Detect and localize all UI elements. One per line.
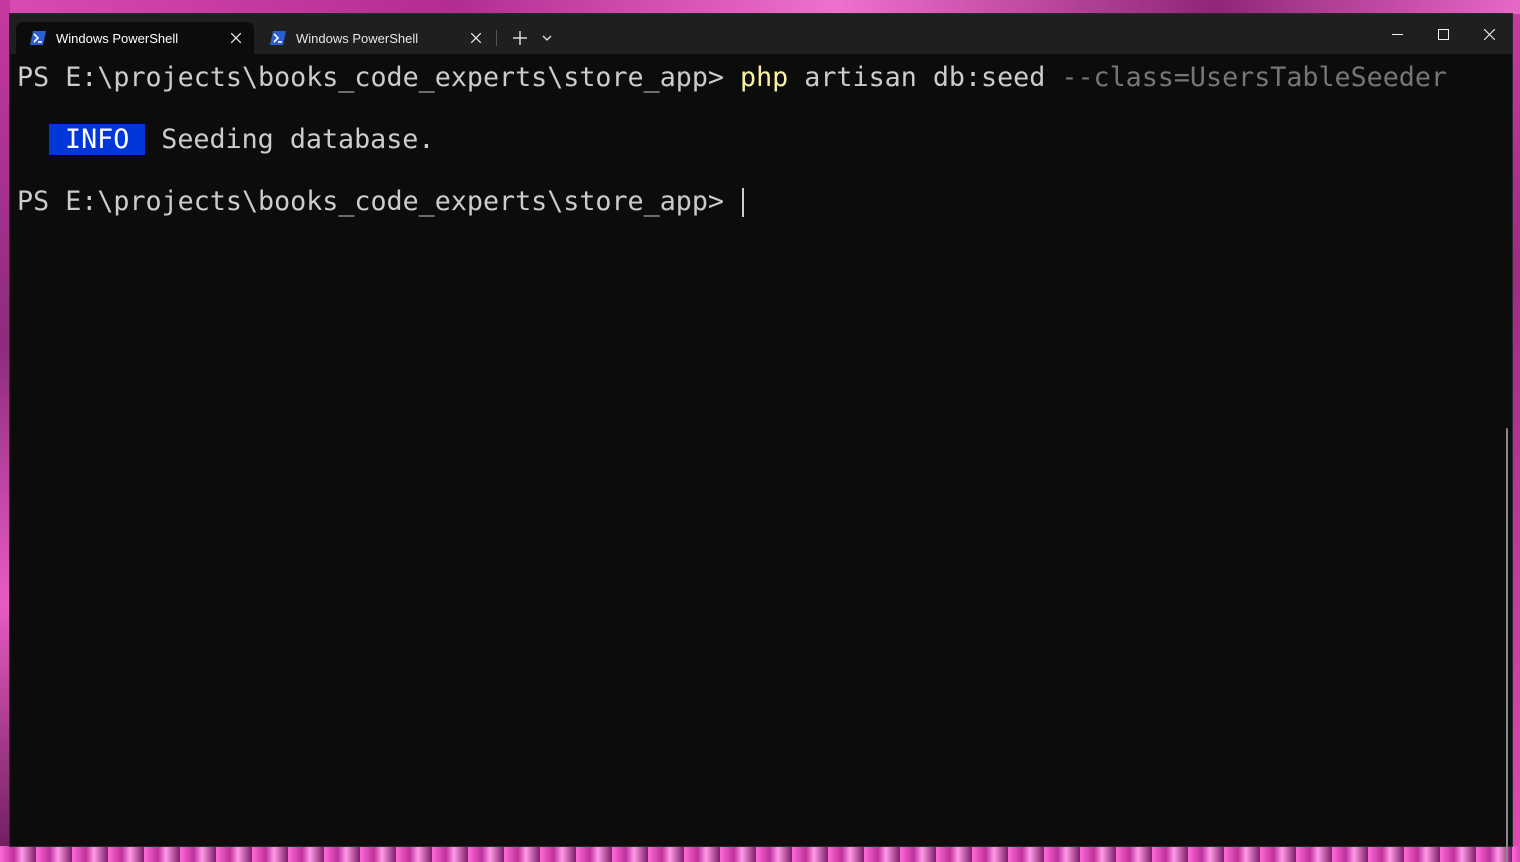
close-tab-icon[interactable]	[462, 26, 490, 50]
terminal-line-command: PS E:\projects\books_code_experts\store_…	[17, 62, 1447, 93]
terminal-line-prompt: PS E:\projects\books_code_experts\store_…	[17, 186, 745, 217]
tab-powershell-1[interactable]: Windows PowerShell	[16, 22, 254, 54]
powershell-icon	[270, 31, 286, 45]
powershell-icon	[30, 31, 46, 45]
terminal-output[interactable]: PS E:\projects\books_code_experts\store_…	[10, 54, 1512, 862]
command-parameter: --class=UsersTableSeeder	[1061, 62, 1448, 93]
title-bar[interactable]: Windows PowerShell Windows PowerShell	[10, 14, 1512, 54]
close-tab-icon[interactable]	[222, 26, 250, 50]
plus-icon	[513, 31, 527, 45]
minimize-icon	[1391, 33, 1403, 35]
desktop-wallpaper-top	[0, 0, 1520, 14]
close-icon	[1483, 28, 1495, 40]
tab-dropdown-button[interactable]	[536, 26, 558, 50]
tab-title: Windows PowerShell	[296, 30, 419, 46]
scrollbar[interactable]	[1506, 428, 1508, 862]
prompt-text: PS E:\projects\books_code_experts\store_…	[17, 62, 741, 93]
chevron-down-icon	[542, 35, 552, 41]
minimize-button[interactable]	[1374, 14, 1420, 54]
new-tab-button[interactable]	[506, 26, 534, 50]
command-args: artisan db:seed	[788, 62, 1062, 93]
desktop-wallpaper-bottom	[0, 846, 1520, 862]
desktop-wallpaper-left	[0, 0, 10, 862]
close-window-button[interactable]	[1466, 14, 1512, 54]
window-controls	[1374, 14, 1512, 54]
tab-separator	[496, 30, 497, 46]
info-badge: INFO	[49, 124, 146, 155]
tab-powershell-2[interactable]: Windows PowerShell	[256, 22, 494, 54]
tab-title: Windows PowerShell	[56, 30, 179, 46]
terminal-window: Windows PowerShell Windows PowerShell PS…	[10, 14, 1512, 862]
terminal-line-info: INFO Seeding database.	[17, 124, 434, 155]
prompt-text: PS E:\projects\books_code_experts\store_…	[17, 186, 741, 217]
maximize-icon	[1437, 28, 1449, 40]
command-name: php	[740, 62, 789, 93]
text-cursor	[742, 188, 745, 217]
info-message: Seeding database.	[161, 124, 435, 155]
maximize-button[interactable]	[1420, 14, 1466, 54]
